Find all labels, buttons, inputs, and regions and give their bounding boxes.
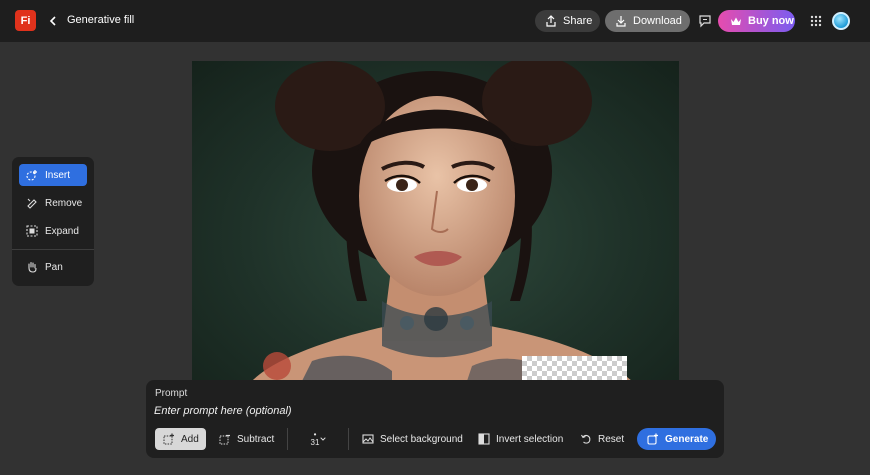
comment-icon bbox=[699, 15, 711, 28]
download-icon bbox=[616, 16, 626, 27]
invert-selection-button[interactable]: Invert selection bbox=[478, 428, 563, 450]
insert-icon bbox=[26, 170, 37, 181]
add-button[interactable]: Add bbox=[155, 428, 206, 450]
pan-tool-button[interactable]: Pan bbox=[19, 256, 87, 278]
prompt-label: Prompt bbox=[155, 388, 188, 399]
expand-icon bbox=[26, 225, 38, 237]
image-icon bbox=[362, 434, 374, 444]
separator bbox=[348, 428, 349, 450]
remove-tool-label: Remove bbox=[45, 197, 83, 209]
subtract-button[interactable]: Subtract bbox=[219, 428, 274, 450]
tool-divider bbox=[12, 249, 94, 250]
prompt-input[interactable] bbox=[154, 402, 714, 420]
pan-tool-label: Pan bbox=[45, 261, 63, 273]
portrait-image bbox=[252, 61, 632, 381]
reset-label: Reset bbox=[598, 433, 625, 445]
download-button[interactable]: Download bbox=[605, 10, 690, 32]
add-label: Add bbox=[181, 433, 199, 445]
select-background-label: Select background bbox=[380, 433, 463, 445]
brush-size-dropdown[interactable] bbox=[320, 428, 332, 450]
subtract-selection-icon bbox=[219, 434, 230, 445]
share-icon bbox=[546, 15, 556, 27]
buy-now-button[interactable]: Buy now bbox=[718, 10, 795, 32]
back-button[interactable] bbox=[46, 11, 60, 31]
remove-icon bbox=[27, 198, 37, 209]
subtract-label: Subtract bbox=[237, 433, 275, 445]
chevron-down-icon bbox=[320, 437, 326, 441]
generate-button[interactable]: Generate bbox=[637, 428, 716, 450]
invert-selection-icon bbox=[478, 433, 490, 445]
hand-icon bbox=[28, 261, 37, 273]
expand-tool-button[interactable]: Expand bbox=[19, 220, 87, 242]
buy-now-label: Buy now bbox=[748, 15, 794, 27]
expand-tool-label: Expand bbox=[45, 225, 79, 237]
tool-panel: Insert Remove Expand Pan bbox=[12, 157, 94, 286]
top-bar: Fi Generative fill Share Download Buy no… bbox=[0, 0, 870, 42]
insert-tool-button[interactable]: Insert bbox=[19, 164, 87, 186]
generate-label: Generate bbox=[665, 433, 709, 445]
add-selection-icon bbox=[163, 433, 174, 445]
app-logo[interactable]: Fi bbox=[15, 10, 36, 31]
image-canvas[interactable] bbox=[192, 61, 679, 381]
remove-tool-button[interactable]: Remove bbox=[19, 192, 87, 214]
share-button[interactable]: Share bbox=[535, 10, 600, 32]
apps-button[interactable] bbox=[807, 12, 825, 30]
crown-icon bbox=[731, 17, 741, 25]
select-background-button[interactable]: Select background bbox=[362, 428, 463, 450]
prompt-bar: Prompt Add Subtract • 31 Select backgrou… bbox=[146, 380, 724, 458]
brush-size-value: 31 bbox=[310, 437, 320, 447]
reset-button[interactable]: Reset bbox=[580, 428, 624, 450]
reset-icon bbox=[581, 434, 591, 444]
chevron-left-icon bbox=[49, 16, 56, 26]
insert-tool-label: Insert bbox=[45, 169, 71, 181]
share-label: Share bbox=[563, 15, 593, 27]
invert-selection-label: Invert selection bbox=[496, 433, 564, 445]
download-label: Download bbox=[633, 15, 682, 27]
separator bbox=[287, 428, 288, 450]
feedback-button[interactable] bbox=[696, 12, 714, 30]
generate-icon bbox=[647, 433, 658, 445]
avatar[interactable] bbox=[832, 12, 850, 30]
page-title: Generative fill bbox=[67, 14, 135, 26]
apps-grid-icon bbox=[810, 15, 822, 27]
